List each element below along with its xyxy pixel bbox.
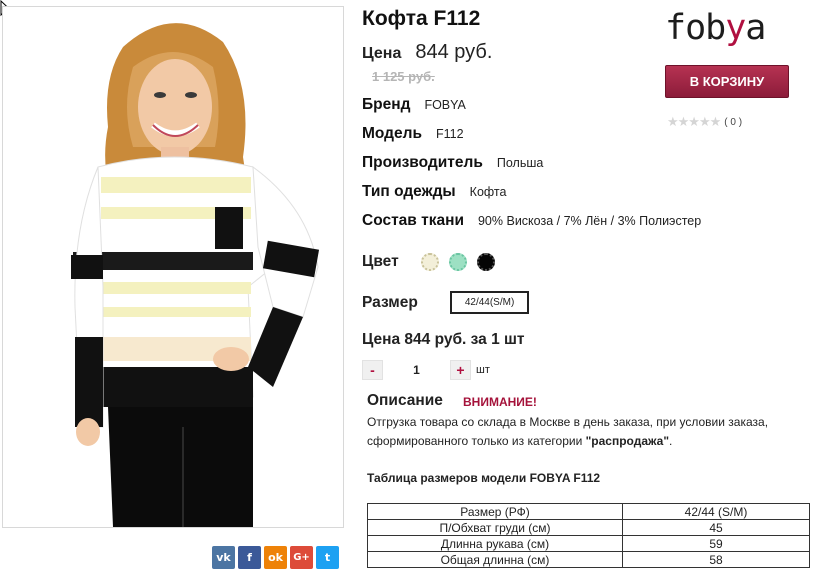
table-cell: 42/44 (S/M) — [622, 503, 810, 520]
size-label: Размер — [362, 293, 418, 311]
color-label: Цвет — [362, 253, 399, 270]
description-text: Отгрузка товара со склада в Москве в ден… — [367, 413, 812, 451]
size-table: Размер (РФ) 42/44 (S/M) П/Обхват груди (… — [367, 503, 810, 568]
table-cell: 45 — [622, 519, 810, 536]
logo-accent: y — [725, 8, 746, 48]
description-body: Отгрузка товара со склада в Москве в ден… — [367, 415, 769, 448]
add-to-cart-button[interactable]: В КОРЗИНУ — [665, 65, 789, 98]
description-end: . — [669, 434, 673, 448]
product-title: Кофта F112 — [362, 7, 481, 30]
attr-label: Состав ткани — [362, 212, 464, 229]
quantity-plus-button[interactable]: + — [450, 360, 471, 380]
color-swatch-cream[interactable] — [420, 253, 439, 271]
odnoklassniki-icon[interactable]: ok — [264, 546, 287, 569]
attr-label: Тип одежды — [362, 183, 456, 200]
product-rating: ★★★★★ ( 0 ) — [667, 114, 742, 130]
size-picker: Размер 42/44(S/M) — [362, 291, 530, 314]
attr-model: Модель F112 — [362, 125, 464, 143]
attr-brand: Бренд FOBYA — [362, 96, 466, 114]
rating-count: ( 0 ) — [724, 116, 743, 128]
attr-fabric: Состав ткани 90% Вискоза / 7% Лён / 3% П… — [362, 212, 701, 230]
attr-label: Бренд — [362, 96, 411, 113]
logo-text: fob — [665, 8, 726, 48]
price-row: Цена 844 руб. — [362, 41, 492, 64]
table-cell: 58 — [622, 551, 810, 568]
price-label: Цена — [362, 45, 402, 62]
quantity-minus-button[interactable]: - — [362, 360, 383, 380]
quantity-unit: шт — [476, 364, 490, 376]
attr-value: F112 — [436, 127, 464, 141]
old-price: 1 125 руб. — [372, 69, 435, 84]
size-option[interactable]: 42/44(S/M) — [449, 291, 530, 314]
logo-text-end: a — [745, 8, 766, 48]
size-table-title: Таблица размеров модели FOBYA F112 — [367, 471, 601, 485]
description-title: Описание — [367, 392, 443, 409]
brand-logo[interactable]: fobya — [665, 8, 766, 48]
attr-manufacturer: Производитель Польша — [362, 154, 543, 172]
star-rating-icon[interactable]: ★★★★★ — [667, 114, 721, 130]
attr-label: Модель — [362, 125, 423, 142]
price-value: 844 руб. — [415, 41, 493, 63]
vk-icon[interactable]: vk — [212, 546, 235, 569]
attr-label: Производитель — [362, 154, 483, 171]
table-cell: Общая длинна (см) — [367, 551, 623, 568]
description-category: "распродажа" — [585, 434, 670, 448]
color-swatch-black[interactable] — [476, 253, 495, 271]
attr-value: Польша — [496, 156, 544, 170]
color-picker: Цвет — [362, 253, 505, 271]
facebook-icon[interactable]: f — [238, 546, 261, 569]
quantity-stepper: - 1 + шт — [362, 360, 490, 380]
table-row: Длинна рукава (см) 59 — [367, 535, 810, 552]
quantity-value[interactable]: 1 — [383, 363, 450, 377]
attr-value: 90% Вискоза / 7% Лён / 3% Полиэстер — [477, 214, 702, 228]
google-plus-icon[interactable]: G+ — [290, 546, 313, 569]
table-cell: 59 — [622, 535, 810, 552]
attr-value: Кофта — [469, 185, 507, 199]
product-image[interactable] — [2, 6, 344, 528]
color-swatch-mint[interactable] — [448, 253, 467, 271]
line-price: Цена 844 руб. за 1 шт — [362, 331, 525, 348]
attr-value: FOBYA — [424, 98, 466, 112]
table-row: П/Обхват груди (см) 45 — [367, 519, 810, 536]
warning-label: ВНИМАНИЕ! — [463, 395, 537, 409]
table-cell: Размер (РФ) — [367, 503, 623, 520]
table-row: Общая длинна (см) 58 — [367, 551, 810, 568]
social-share-bar: vk f ok G+ t — [212, 546, 339, 569]
attr-clothing-type: Тип одежды Кофта — [362, 183, 506, 201]
table-cell: Длинна рукава (см) — [367, 535, 623, 552]
twitter-icon[interactable]: t — [316, 546, 339, 569]
table-row: Размер (РФ) 42/44 (S/M) — [367, 503, 810, 520]
table-cell: П/Обхват груди (см) — [367, 519, 623, 536]
